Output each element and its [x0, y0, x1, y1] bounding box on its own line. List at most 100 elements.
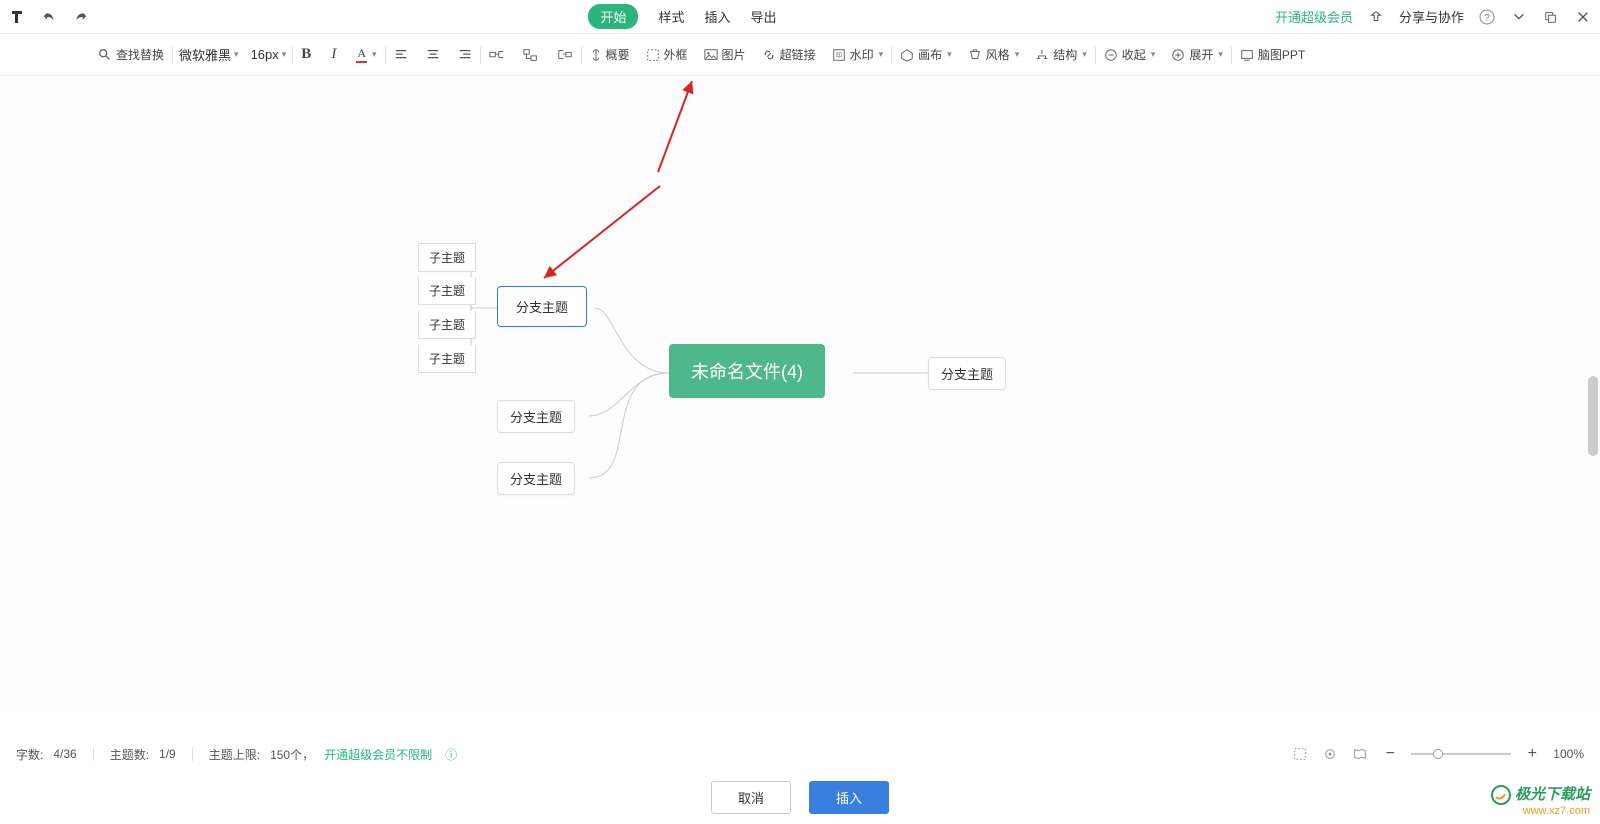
fit-icon[interactable]	[1291, 745, 1309, 763]
zoom-slider[interactable]	[1411, 753, 1511, 755]
style-button[interactable]: 风格▾	[966, 44, 1022, 65]
canvas-button[interactable]: 画布 ▾	[898, 44, 954, 65]
structure-label: 结构	[1053, 46, 1077, 63]
align-left-button[interactable]	[392, 46, 410, 64]
hyperlink-button[interactable]: 超链接	[760, 44, 818, 65]
share-label[interactable]: 分享与协作	[1399, 7, 1464, 26]
chevron-down-icon: ▾	[234, 49, 239, 60]
separator	[93, 747, 94, 761]
collapse-label: 收起	[1122, 46, 1146, 63]
annotation-arrow-2	[650, 76, 720, 176]
separator	[385, 46, 386, 64]
tab-insert[interactable]: 插入	[704, 7, 730, 26]
zoom-out-icon[interactable]: −	[1381, 745, 1399, 763]
watermark-line1: 极光下载站	[1515, 786, 1590, 804]
tab-start[interactable]: 开始	[588, 4, 638, 29]
status-left: 字数: 4/36 主题数: 1/9 主题上限: 150个， 开通超级会员不限制 …	[16, 745, 460, 763]
topic-button-1[interactable]	[487, 46, 507, 64]
expand-button[interactable]: 展开▾	[1169, 44, 1225, 65]
status-bar: 字数: 4/36 主题数: 1/9 主题上限: 150个， 开通超级会员不限制 …	[0, 740, 1600, 768]
branch-node-2[interactable]: 分支主题	[497, 400, 575, 433]
separator	[891, 46, 892, 64]
frame-label: 外框	[664, 46, 688, 63]
zoom-thumb[interactable]	[1433, 749, 1443, 759]
tab-export[interactable]: 导出	[751, 7, 777, 26]
watermark-label: 水印	[850, 46, 874, 63]
sub-node-3[interactable]: 子主题	[418, 311, 476, 339]
sub-node-4[interactable]: 子主题	[418, 345, 476, 373]
app-logo-icon[interactable]	[8, 8, 26, 26]
watermark-button[interactable]: 印 水印 ▾	[830, 44, 886, 65]
tab-style[interactable]: 样式	[658, 7, 684, 26]
bold-button[interactable]: B	[299, 44, 313, 65]
separator	[1231, 46, 1232, 64]
font-family-select[interactable]: 微软雅黑▾	[179, 45, 239, 64]
topbar-left	[8, 8, 90, 26]
status-right: − + 100%	[1291, 745, 1584, 763]
topic-button-3[interactable]	[555, 46, 575, 64]
sub-node-2[interactable]: 子主题	[418, 277, 476, 305]
topic-button-2[interactable]	[521, 46, 541, 64]
source-watermark: 极光下载站 www.xz7.com	[1491, 785, 1590, 818]
summary-label: 概要	[606, 46, 630, 63]
branch-node-right[interactable]: 分支主题	[928, 357, 1006, 390]
close-icon[interactable]	[1574, 8, 1592, 26]
summary-button[interactable]: 概要	[588, 44, 632, 65]
image-label: 图片	[722, 46, 746, 63]
sub-node-1[interactable]: 子主题	[418, 243, 476, 272]
structure-button[interactable]: 结构▾	[1033, 44, 1089, 65]
frame-button[interactable]: 外框	[644, 44, 690, 65]
collapse-button[interactable]: 收起 ▾	[1102, 44, 1158, 65]
annotation-arrow-1	[500, 76, 710, 286]
mindppt-button[interactable]: 脑图PPT	[1238, 44, 1307, 65]
upgrade-member-link[interactable]: 开通超级会员	[1275, 7, 1353, 26]
image-button[interactable]: 图片	[702, 44, 748, 65]
help-icon[interactable]: ?	[1478, 8, 1496, 26]
font-size-select[interactable]: 16px▾	[251, 47, 287, 62]
svg-text:印: 印	[836, 52, 842, 59]
top-menu-bar: 开始 样式 插入 导出 开通超级会员 分享与协作 ?	[0, 0, 1600, 34]
chevron-down-icon: ▾	[1151, 49, 1156, 60]
info-icon[interactable]: ⓘ	[442, 745, 460, 763]
search-replace-button[interactable]: 查找替换	[96, 44, 166, 65]
locate-icon[interactable]	[1321, 745, 1339, 763]
redo-icon[interactable]	[72, 8, 90, 26]
vertical-scrollbar[interactable]	[1588, 376, 1598, 456]
chevron-down-icon: ▾	[947, 49, 952, 60]
hyperlink-label: 超链接	[780, 46, 816, 63]
formatting-toolbar: 查找替换 微软雅黑▾ 16px▾ B I A▾ 概要 外框 图片 超链接 印 水印…	[0, 34, 1600, 76]
italic-button[interactable]: I	[329, 44, 338, 65]
maximize-icon[interactable]	[1542, 8, 1560, 26]
cancel-button[interactable]: 取消	[711, 781, 791, 814]
zoom-value: 100%	[1553, 747, 1584, 761]
separator	[292, 46, 293, 64]
topiccount-value: 1/9	[159, 747, 176, 761]
search-label: 查找替换	[116, 46, 164, 63]
mindmap-canvas[interactable]: 未命名文件(4) 分支主题 分支主题 分支主题 分支主题 子主题 子主题 子主题…	[0, 76, 1600, 707]
undo-icon[interactable]	[40, 8, 58, 26]
zoom-in-icon[interactable]: +	[1523, 745, 1541, 763]
watermark-logo-icon	[1491, 785, 1511, 805]
mindppt-label: 脑图PPT	[1258, 46, 1305, 63]
upgrade-link[interactable]: 开通超级会员不限制	[324, 746, 432, 763]
insert-button[interactable]: 插入	[809, 781, 889, 814]
chevron-down-icon: ▾	[1015, 49, 1020, 60]
separator	[172, 46, 173, 64]
branch-node-3[interactable]: 分支主题	[497, 462, 575, 495]
font-color-button[interactable]: A▾	[354, 44, 378, 65]
align-center-button[interactable]	[424, 46, 442, 64]
map-icon[interactable]	[1351, 745, 1369, 763]
align-right-button[interactable]	[456, 46, 474, 64]
wordcount-value: 4/36	[53, 747, 76, 761]
topiccount-label: 主题数:	[110, 746, 149, 763]
branch-node-selected[interactable]: 分支主题	[497, 286, 587, 327]
canvas-label: 画布	[918, 46, 942, 63]
separator	[480, 46, 481, 64]
chevron-down-icon: ▾	[879, 49, 884, 60]
chevron-down-icon: ▾	[1218, 49, 1223, 60]
minimize-icon[interactable]	[1510, 8, 1528, 26]
chevron-down-icon: ▾	[282, 49, 287, 60]
chevron-down-icon: ▾	[372, 49, 377, 60]
share-icon[interactable]	[1367, 8, 1385, 26]
root-node[interactable]: 未命名文件(4)	[669, 344, 825, 398]
